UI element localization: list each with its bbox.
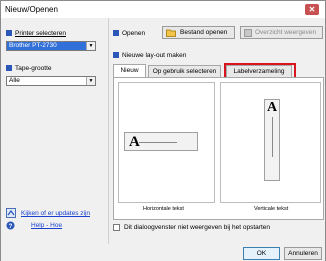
- help-icon: ?: [6, 221, 15, 230]
- svg-text:?: ?: [9, 224, 13, 230]
- ok-button[interactable]: OK: [243, 247, 280, 260]
- history-button-label: Overzicht weergeven: [255, 29, 317, 36]
- horizontal-tape-preview: A: [124, 132, 198, 151]
- tape-size-dropdown[interactable]: Alle ▼: [6, 76, 96, 86]
- new-open-dialog: Nieuw/Openen ✕ Printer selecteren Brothe…: [0, 0, 326, 261]
- open-label: Openen: [113, 30, 145, 37]
- open-file-button-label: Bestand openen: [180, 29, 228, 36]
- printer-dropdown[interactable]: Brother PT-2730 ▼: [6, 41, 96, 51]
- vertical-glyph: A: [267, 100, 278, 115]
- update-icon: [6, 208, 16, 218]
- tape-size-dropdown-value: Alle: [9, 77, 20, 84]
- section-marker-icon: [113, 52, 119, 59]
- tape-size-label: Tape-grootte: [6, 65, 52, 72]
- section-marker-icon: [6, 65, 12, 72]
- help-link[interactable]: Help - Hoe: [31, 222, 62, 229]
- new-layout-label: Nieuwe lay-out maken: [113, 52, 186, 59]
- tab-new[interactable]: Nieuw: [113, 64, 146, 78]
- vertical-tape-preview: A: [264, 99, 280, 181]
- dialog-footer: OK Annuleren: [1, 244, 325, 261]
- cancel-button[interactable]: Annuleren: [284, 247, 322, 260]
- vertical-template-caption: Verticale tekst: [254, 206, 289, 212]
- window-title: Nieuw/Openen: [5, 5, 58, 14]
- check-updates-link[interactable]: Kijken of er updates zijn: [21, 210, 90, 217]
- dont-show-label: Dit dialoogvenster niet weergeven bij he…: [124, 224, 270, 231]
- title-bar: Nieuw/Openen ✕: [1, 1, 325, 18]
- left-panel: Printer selecteren Brother PT-2730 ▼ Tap…: [1, 18, 108, 244]
- section-marker-icon: [6, 30, 12, 37]
- chevron-down-icon[interactable]: ▼: [86, 42, 95, 50]
- template-vertical[interactable]: A: [220, 82, 321, 203]
- template-horizontal[interactable]: A: [118, 82, 215, 203]
- chevron-down-icon[interactable]: ▼: [86, 77, 95, 85]
- templates-panel: A Horizontale tekst A Verticale tekst: [113, 77, 324, 220]
- horizontal-template-caption: Horizontale tekst: [143, 206, 184, 212]
- dont-show-checkbox[interactable]: [113, 224, 120, 231]
- history-button[interactable]: Overzicht weergeven: [240, 26, 323, 39]
- printer-select-label: Printer selecteren: [6, 30, 66, 37]
- open-file-button[interactable]: Bestand openen: [162, 26, 235, 39]
- history-icon: [244, 29, 252, 37]
- right-panel: Openen Bestand openen Overzicht weergeve…: [108, 18, 325, 244]
- printer-dropdown-value: Brother PT-2730: [9, 42, 57, 49]
- close-button[interactable]: ✕: [305, 4, 319, 15]
- tape-line: [139, 142, 177, 143]
- tape-line: [272, 117, 273, 157]
- folder-icon: [166, 29, 176, 37]
- section-marker-icon: [113, 30, 119, 37]
